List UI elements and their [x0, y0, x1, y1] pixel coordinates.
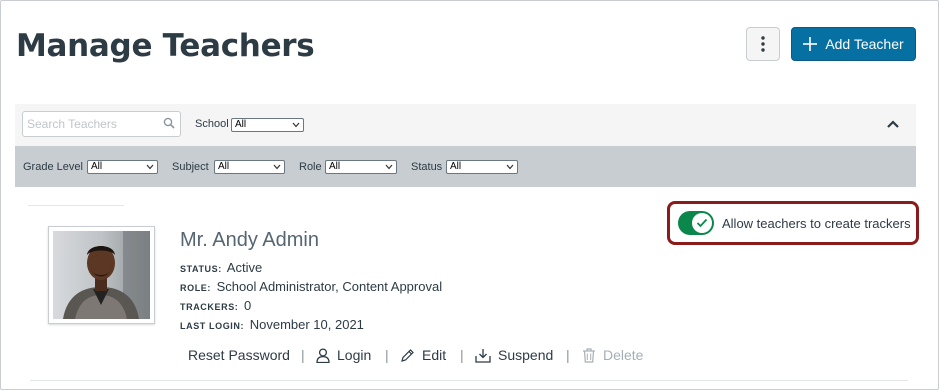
add-teacher-button[interactable]: Add Teacher: [791, 27, 916, 61]
role-select[interactable]: All: [325, 160, 397, 174]
trackers-value: 0: [244, 298, 252, 313]
school-select[interactable]: All: [231, 118, 304, 132]
status-select[interactable]: All: [446, 160, 518, 174]
status-select-value: All: [450, 161, 462, 172]
kebab-vertical-icon: [761, 36, 765, 52]
allow-trackers-highlight: Allow teachers to create trackers: [667, 201, 919, 245]
status-key: STATUS:: [180, 264, 222, 274]
delete-link[interactable]: Delete: [582, 347, 643, 363]
toggle-knob: [692, 213, 712, 233]
login-link[interactable]: Login: [316, 347, 371, 363]
teacher-status: STATUS: Active: [180, 260, 262, 275]
edit-link[interactable]: Edit: [400, 347, 446, 363]
user-icon: [316, 347, 330, 363]
more-options-button[interactable]: [746, 27, 780, 61]
trash-icon: [583, 347, 595, 363]
allow-trackers-toggle[interactable]: [678, 211, 714, 235]
status-filter-label: Status: [411, 161, 443, 173]
status-value: Active: [226, 260, 263, 275]
login-label: Login: [337, 347, 372, 363]
filter-bar-top: School All: [15, 104, 916, 146]
divider: [30, 380, 908, 381]
teacher-avatar: [48, 226, 155, 324]
role-value: School Administrator, Content Approval: [216, 279, 443, 294]
add-teacher-label: Add Teacher: [825, 36, 904, 52]
teacher-role: ROLE: School Administrator, Content Appr…: [180, 279, 442, 294]
plus-icon: [803, 37, 818, 51]
teacher-trackers: TRACKERS: 0: [180, 298, 251, 313]
subject-select-value: All: [218, 161, 230, 172]
suspend-label: Suspend: [498, 347, 554, 363]
role-filter-label: Role: [299, 161, 322, 173]
last-login-value: November 10, 2021: [249, 317, 364, 332]
subject-select[interactable]: All: [214, 160, 285, 174]
action-separator: |: [566, 347, 570, 363]
person-photo-icon: [53, 231, 150, 319]
filter-bar-bottom: Grade Level All Subject All Role All Sta…: [15, 146, 916, 187]
action-separator: |: [301, 347, 305, 363]
last-login-key: LAST LOGIN:: [180, 321, 245, 331]
grade-level-select-value: All: [91, 161, 103, 172]
chevron-down-icon: [385, 164, 393, 170]
delete-label: Delete: [603, 347, 644, 363]
pencil-icon: [401, 348, 414, 362]
action-separator: |: [385, 347, 389, 363]
allow-trackers-label: Allow teachers to create trackers: [722, 216, 911, 231]
grade-level-filter-label: Grade Level: [23, 161, 83, 173]
suspend-link[interactable]: Suspend: [475, 347, 553, 363]
chevron-down-icon: [146, 164, 154, 170]
search-box: [22, 111, 181, 137]
chevron-down-icon: [506, 164, 514, 170]
chevron-down-icon: [292, 122, 300, 128]
check-icon: [696, 218, 708, 228]
teacher-name: Mr. Andy Admin: [180, 229, 319, 251]
reset-password-link[interactable]: Reset Password: [188, 347, 290, 363]
edit-label: Edit: [422, 347, 447, 363]
grade-level-select[interactable]: All: [87, 160, 158, 174]
school-select-value: All: [235, 119, 247, 130]
teacher-last-login: LAST LOGIN: November 10, 2021: [180, 317, 364, 332]
search-input[interactable]: [27, 116, 159, 132]
role-select-value: All: [329, 161, 341, 172]
teacher-photo: [53, 231, 150, 319]
chevron-down-icon: [273, 164, 281, 170]
action-separator: |: [460, 347, 464, 363]
chevron-up-icon[interactable]: [885, 118, 901, 130]
trackers-key: TRACKERS:: [180, 302, 239, 312]
subject-filter-label: Subject: [172, 161, 209, 173]
role-key: ROLE:: [180, 283, 211, 293]
download-tray-icon: [475, 348, 491, 363]
divider: [28, 205, 124, 206]
page-title: Manage Teachers: [16, 28, 315, 64]
search-icon[interactable]: [163, 117, 175, 129]
school-filter-label: School: [195, 118, 229, 130]
